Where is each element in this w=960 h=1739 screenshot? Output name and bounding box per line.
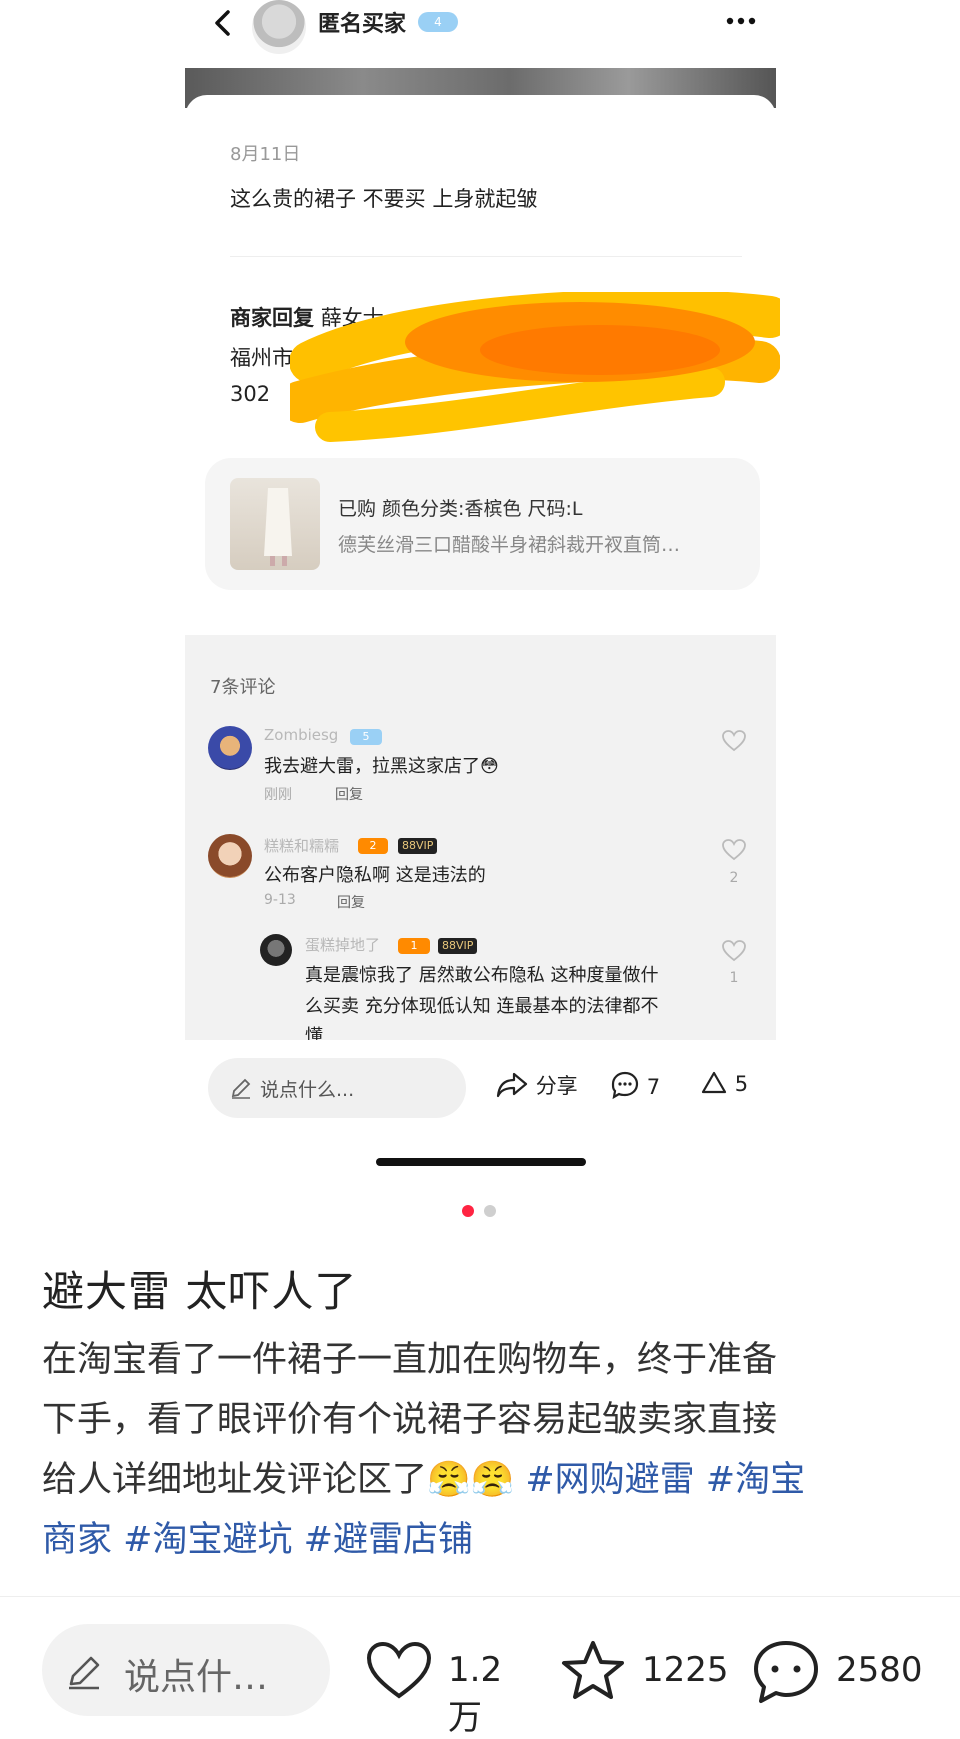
inner-comment-count: 7: [646, 1075, 661, 1099]
comment-level-badge: 2: [358, 838, 388, 854]
post-body-line2: 下手，看了眼评价有个说裙子容易起皱卖家直接: [42, 1400, 778, 1440]
hashtag-link[interactable]: 商家: [42, 1520, 112, 1560]
buyer-avatar[interactable]: [252, 0, 306, 54]
comment-author[interactable]: 糕糕和糯糯: [264, 835, 339, 856]
comment-time: 刚刚: [264, 787, 292, 803]
vip-badge: 88VIP: [398, 838, 438, 854]
comment-time: 9-13: [264, 892, 296, 908]
comment-level-badge: 1: [398, 938, 430, 954]
merchant-reply-line2: 福州市: [230, 346, 293, 370]
like-count: 2: [729, 870, 739, 886]
comment-author[interactable]: Zombiesg: [264, 726, 338, 744]
comment-author[interactable]: 蛋糕掉地了: [305, 934, 380, 955]
product-thumbnail: [230, 478, 320, 570]
comment-text: 我去避大雷，拉黑这家店了😳: [264, 756, 499, 777]
more-button[interactable]: [724, 4, 758, 41]
comment-avatar[interactable]: [260, 934, 292, 966]
comment-text-line2: 么买卖 充分体现低认知 连最基本的法律都不: [305, 996, 659, 1017]
inner-comment-button[interactable]: 7: [610, 1070, 660, 1100]
back-button[interactable]: [210, 6, 240, 40]
post-body-line3-text: 给人详细地址发评论区了: [42, 1460, 428, 1500]
hashtag-link[interactable]: #网购避雷: [525, 1460, 694, 1500]
merchant-reply-line3: 302: [230, 382, 271, 406]
chevron-left-icon: [215, 10, 230, 36]
share-icon: [496, 1072, 528, 1098]
comment-reply-button[interactable]: 回复: [337, 892, 365, 912]
comment-bubble-icon: [611, 1071, 639, 1100]
star-icon: [562, 1641, 624, 1699]
like-count: 1.2万: [448, 1650, 503, 1738]
comment-level-badge: 5: [350, 729, 382, 745]
comment-text: 公布客户隐私啊 这是违法的: [264, 865, 486, 886]
hashtag-link[interactable]: #避雷店铺: [304, 1520, 473, 1560]
pencil-icon: [69, 1656, 100, 1690]
hashtag-link[interactable]: #淘宝: [706, 1460, 805, 1500]
inner-comment-input[interactable]: 说点什么...: [208, 1058, 466, 1118]
inner-input-placeholder: 说点什么...: [260, 1079, 355, 1101]
review-text: 这么贵的裙子 不要买 上身就起皱: [230, 187, 538, 211]
review-date: 8月11日: [230, 144, 301, 165]
divider: [0, 1596, 960, 1597]
favorite-count: 1225: [642, 1650, 729, 1690]
redaction-scribble: [290, 292, 780, 442]
post-body: 在淘宝看了一件裙子一直加在购物车，终于准备 下手，看了眼评价有个说裙子容易起皱卖…: [42, 1330, 922, 1570]
like-button[interactable]: 1.2万: [366, 1637, 536, 1738]
heart-icon[interactable]: [722, 839, 746, 861]
heart-icon[interactable]: [722, 730, 746, 752]
heart-icon[interactable]: [722, 940, 746, 962]
comments-count: 7条评论: [210, 677, 276, 698]
angry-emoji: 😤😤: [427, 1460, 515, 1500]
divider: [230, 256, 742, 257]
comment-reply-button[interactable]: 回复: [335, 784, 363, 804]
inner-share-label: 分享: [535, 1074, 578, 1098]
post-body-line4: 商家 #淘宝避坑 #避雷店铺: [42, 1510, 922, 1570]
heart-icon: [366, 1641, 432, 1699]
product-purchase-info: 已购 颜色分类:香槟色 尺码:L: [338, 498, 583, 520]
triangle-like-icon: [701, 1071, 727, 1094]
buyer-name[interactable]: 匿名买家: [318, 6, 406, 38]
comment-text-line1: 真是震惊我了 居然敢公布隐私 这种度量做什: [305, 965, 659, 986]
comment-bubble-icon: [754, 1641, 818, 1703]
comment-count: 2580: [836, 1650, 923, 1690]
page-dot-active[interactable]: [462, 1205, 474, 1217]
product-title: 德芙丝滑三口醋酸半身裙斜裁开衩直筒…: [338, 534, 681, 556]
home-indicator: [376, 1158, 586, 1166]
hashtag-link[interactable]: #淘宝避坑: [123, 1520, 292, 1560]
comments-button[interactable]: 2580: [752, 1637, 942, 1707]
favorite-button[interactable]: 1225: [560, 1637, 730, 1707]
comment-avatar[interactable]: [208, 726, 252, 770]
more-dots-icon: [726, 17, 756, 25]
post-body-line1: 在淘宝看了一件裙子一直加在购物车，终于准备: [42, 1340, 778, 1380]
comment-avatar[interactable]: [208, 834, 252, 878]
inner-like-count: 5: [734, 1072, 749, 1096]
comment-text-line3: 懂: [305, 1026, 323, 1040]
comment-input[interactable]: 说点什…: [42, 1624, 330, 1716]
post-title: 避大雷 太吓人了: [42, 1267, 358, 1316]
pencil-icon: [231, 1078, 251, 1099]
inner-share-button[interactable]: 分享: [495, 1070, 578, 1100]
page-dot[interactable]: [484, 1205, 496, 1217]
like-count: 1: [729, 970, 739, 986]
comment-input-placeholder: 说点什…: [124, 1657, 269, 1698]
buyer-level-badge: 4: [418, 12, 458, 32]
post-body-line3: 给人详细地址发评论区了😤😤 #网购避雷 #淘宝: [42, 1450, 922, 1510]
vip-badge: 88VIP: [438, 938, 478, 954]
inner-like-button[interactable]: 5: [700, 1070, 748, 1096]
